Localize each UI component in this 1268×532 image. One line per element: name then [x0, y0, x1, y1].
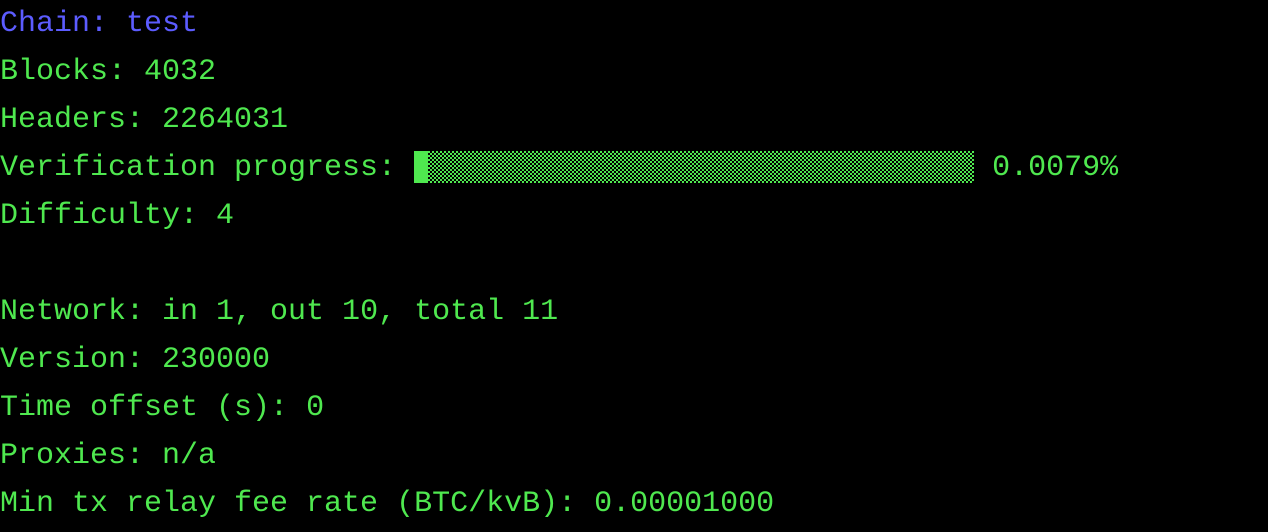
section-spacer	[0, 240, 1268, 288]
blocks-value: 4032	[144, 55, 216, 89]
difficulty-label: Difficulty:	[0, 199, 216, 233]
time-offset-label: Time offset (s):	[0, 391, 306, 425]
network-label: Network:	[0, 295, 162, 329]
proxies-label: Proxies:	[0, 439, 162, 473]
network-value: in 1, out 10, total 11	[162, 295, 558, 329]
blocks-label: Blocks:	[0, 55, 144, 89]
chain-label: Chain:	[0, 7, 126, 41]
verification-progress-bar	[414, 151, 974, 183]
proxies-value: n/a	[162, 439, 216, 473]
min-fee-value: 0.00001000	[594, 487, 774, 521]
difficulty-value: 4	[216, 199, 234, 233]
min-fee-label: Min tx relay fee rate (BTC/kvB):	[0, 487, 594, 521]
verification-label: Verification progress:	[0, 151, 414, 185]
headers-value: 2264031	[162, 103, 288, 137]
chain-value: test	[126, 7, 198, 41]
headers-label: Headers:	[0, 103, 162, 137]
time-offset-value: 0	[306, 391, 324, 425]
verification-percent-value: 0.0079%	[992, 151, 1118, 185]
verification-percent	[974, 151, 992, 185]
verification-progress-fill	[414, 151, 428, 183]
version-value: 230000	[162, 343, 270, 377]
version-label: Version:	[0, 343, 162, 377]
